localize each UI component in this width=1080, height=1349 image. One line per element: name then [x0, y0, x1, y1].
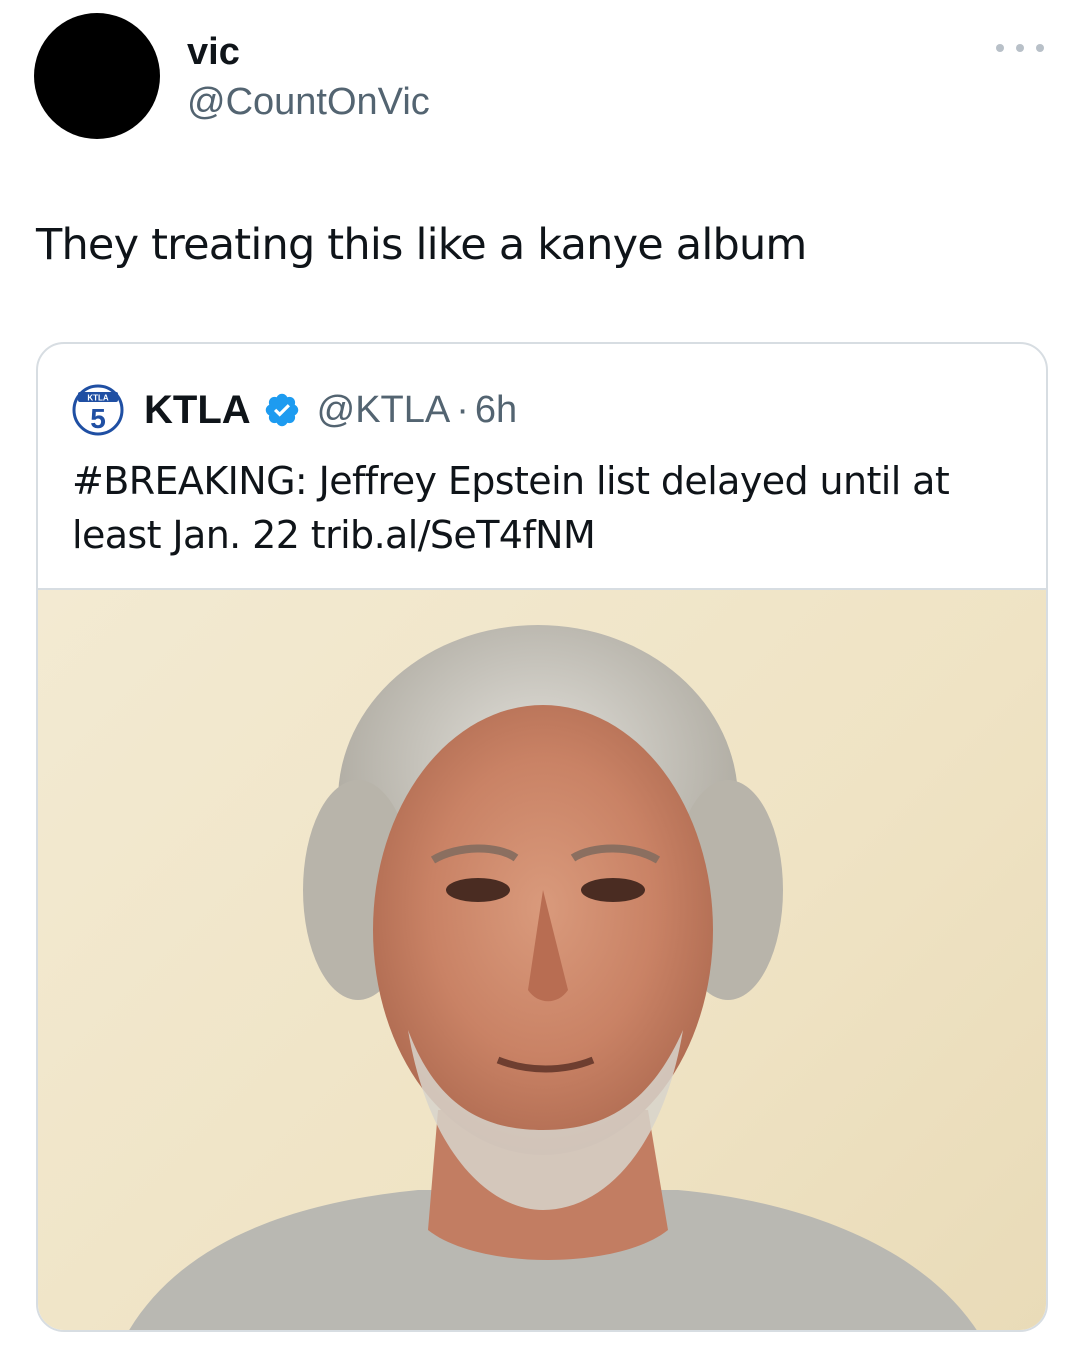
verified-badge-icon — [265, 393, 298, 427]
avatar[interactable] — [34, 13, 160, 139]
more-options-icon[interactable] — [996, 34, 1044, 62]
quoted-tweet-text: #BREAKING: Jeffrey Epstein list delayed … — [72, 459, 950, 557]
quoted-tweet-display-name[interactable]: KTLA — [144, 388, 251, 433]
quoted-tweet-separator: · — [456, 388, 469, 431]
author-handle[interactable]: @CountOnVic — [187, 80, 430, 124]
quoted-tweet-card[interactable]: KTLA 5 KTLA @KTLA · 6h #BREAKING: Jeffre… — [36, 342, 1048, 1332]
author-display-name[interactable]: vic — [187, 30, 240, 74]
ktla-logo-number: 5 — [90, 403, 106, 434]
quoted-tweet-handle[interactable]: @KTLA — [317, 389, 451, 432]
ktla-logo-icon: KTLA 5 — [72, 384, 124, 436]
quoted-tweet-time[interactable]: 6h — [475, 389, 517, 432]
ktla-logo-top-text: KTLA — [87, 394, 109, 403]
quoted-tweet-photo[interactable] — [38, 588, 1046, 1330]
quoted-tweet-header: KTLA 5 KTLA @KTLA · 6h — [72, 384, 517, 436]
portrait-photo-icon — [129, 625, 977, 1330]
tweet-text: They treating this like a kanye album — [36, 220, 807, 270]
